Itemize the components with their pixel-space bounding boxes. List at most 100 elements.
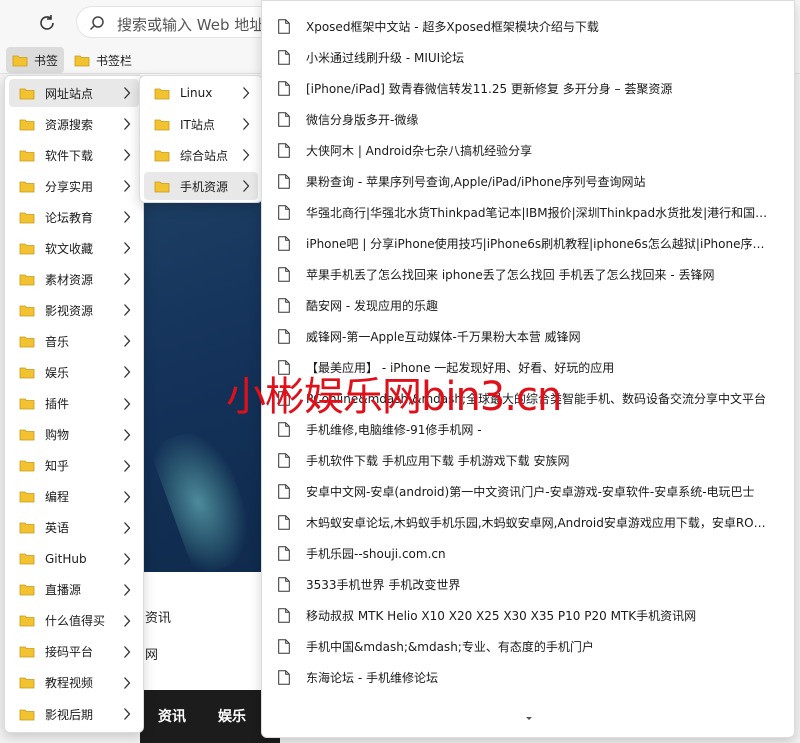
bookmark-link-item[interactable]: 手机中国&mdash;&mdash;专业、有态度的手机门户 xyxy=(268,632,788,660)
bookmark-folder-item[interactable]: 分享实用 xyxy=(9,172,139,200)
scroll-down-icon[interactable] xyxy=(524,715,534,723)
chevron-right-icon xyxy=(124,335,131,348)
folder-icon xyxy=(19,553,35,565)
bookmark-link-item-label: iPhone吧 | 分享iPhone使用技巧|iPhone6s刷机教程|ipho… xyxy=(306,236,768,251)
bookmark-link-item[interactable]: 手机乐园--shouji.com.cn xyxy=(268,539,788,567)
bookmark-link-item[interactable]: 大侠阿木 | Android杂七杂八搞机经验分享 xyxy=(268,136,788,164)
page-nav-link[interactable]: 资讯 xyxy=(158,706,186,726)
bookmark-folder-item-label: 影视资源 xyxy=(45,303,94,318)
bookmark-folder-item[interactable]: 知乎 xyxy=(9,452,139,480)
folder-icon xyxy=(19,212,35,224)
bookmark-folder-item[interactable]: 资源搜索 xyxy=(9,110,139,138)
bookmark-subfolder-item[interactable]: IT站点 xyxy=(144,110,258,138)
bookmark-folder-item[interactable]: GitHub xyxy=(9,545,139,573)
page-text: 资讯 xyxy=(145,611,172,626)
bookmark-subfolder-item[interactable]: Linux xyxy=(144,79,258,107)
page-icon xyxy=(278,638,290,654)
folder-icon xyxy=(19,709,35,720)
folder-icon xyxy=(19,615,35,627)
folder-icon xyxy=(19,305,35,317)
bookmark-link-item[interactable]: 酷安网 - 发现应用的乐趣 xyxy=(268,291,788,319)
bookmark-folder-item[interactable]: 影视资源 xyxy=(9,296,139,324)
chevron-right-icon xyxy=(124,583,131,596)
folder-icon xyxy=(19,646,35,658)
page-icon xyxy=(278,235,290,251)
bookmarks-menu: 网址站点资源搜索软件下载分享实用论坛教育软文收藏素材资源影视资源音乐娱乐插件购物… xyxy=(4,75,144,733)
bookmark-folder-item[interactable]: 论坛教育 xyxy=(9,203,139,231)
bookmark-link-item[interactable]: 苹果手机丢了怎么找回来 iphone丢了怎么找回 手机丢了怎么找回来 - 丢锋网 xyxy=(268,260,788,288)
bookmark-link-item[interactable]: 威锋网-第一Apple互动媒体-千万果粉大本营 威锋网 xyxy=(268,322,788,350)
bookmarks-bar-folder[interactable]: 书签栏 xyxy=(68,47,138,73)
folder-icon xyxy=(19,181,35,193)
bookmark-link-item[interactable]: 果粉查询 - 苹果序列号查询,Apple/iPad/iPhone序列号查询网站 xyxy=(268,167,788,195)
folder-icon xyxy=(19,88,35,99)
bookmark-link-item[interactable]: Xposed框架中文站 - 超多Xposed框架模块介绍与下载 xyxy=(268,12,788,40)
folder-icon xyxy=(19,119,35,130)
bookmark-folder-item[interactable]: 什么值得买 xyxy=(9,607,139,635)
bookmark-folder-item[interactable]: 素材资源 xyxy=(9,265,139,293)
bookmark-link-item[interactable]: 安卓中文网-安卓(android)第一中文资讯门户-安卓游戏-安卓软件-安卓系统… xyxy=(268,477,788,505)
folder-icon xyxy=(154,150,170,161)
chevron-right-icon xyxy=(243,149,250,161)
bookmark-link-item-label: 微信分身版多开-微缘 xyxy=(306,112,419,127)
bookmark-link-item-label: 东海论坛 - 手机维修论坛 xyxy=(306,670,438,685)
reload-icon[interactable] xyxy=(36,12,58,34)
chevron-right-icon xyxy=(124,273,131,286)
bookmark-subfolder-item[interactable]: 手机资源 xyxy=(144,172,258,200)
bookmark-link-item[interactable]: 移动叔叔 MTK Helio X10 X20 X25 X30 X35 P10 P… xyxy=(268,601,788,629)
bookmark-link-item-label: 手机软件下载 手机应用下载 手机游戏下载 安族网 xyxy=(306,453,570,468)
page-icon xyxy=(278,514,290,530)
folder-icon xyxy=(19,398,35,410)
bookmark-folder-item[interactable]: 接码平台 xyxy=(9,638,139,666)
bookmark-folder-item[interactable]: 网址站点 xyxy=(9,79,139,107)
bookmark-folder-item-label: 论坛教育 xyxy=(45,210,94,225)
page-nav-link[interactable]: 娱乐 xyxy=(218,706,246,726)
bookmark-folder-item-label: 编程 xyxy=(45,490,70,505)
bookmark-link-item[interactable]: 小米通过线刷升级 - MIUI论坛 xyxy=(268,43,788,71)
page-icon xyxy=(278,452,290,468)
bookmark-link-item[interactable]: 微信分身版多开-微缘 xyxy=(268,105,788,133)
bookmark-link-item[interactable]: 华强北商行|华强北水货Thinkpad笔记本|IBM报价|深圳Thinkpad水… xyxy=(268,198,788,226)
folder-icon xyxy=(19,522,35,534)
bookmark-link-item[interactable]: 木蚂蚁安卓论坛,木蚂蚁手机乐园,木蚂蚁安卓网,Android安卓游戏应用下载，安… xyxy=(268,508,788,536)
bookmark-folder-item[interactable]: 音乐 xyxy=(9,327,139,355)
bookmark-folder-item[interactable]: 教程视频 xyxy=(9,669,139,697)
page-icon xyxy=(278,173,290,189)
bookmark-subfolder-item[interactable]: 综合站点 xyxy=(144,141,258,169)
folder-icon xyxy=(19,429,35,441)
bookmark-link-item[interactable]: 东海论坛 - 手机维修论坛 xyxy=(268,663,788,691)
folder-icon xyxy=(19,274,35,286)
bookmark-subfolder-item-label: Linux xyxy=(180,86,213,100)
bookmark-folder-item-label: 英语 xyxy=(45,521,70,536)
page-icon xyxy=(278,421,290,437)
bookmark-folder-item[interactable]: 购物 xyxy=(9,421,139,449)
bookmark-link-item[interactable]: 3533手机世界 手机改变世界 xyxy=(268,570,788,598)
bookmark-folder-item[interactable]: 直播源 xyxy=(9,576,139,604)
bookmark-folder-item[interactable]: 娱乐 xyxy=(9,358,139,386)
bookmark-folder-item[interactable]: 软件下载 xyxy=(9,141,139,169)
bookmark-folder-item-label: 购物 xyxy=(45,428,70,443)
bookmark-link-item[interactable]: 手机软件下载 手机应用下载 手机游戏下载 安族网 xyxy=(268,446,788,474)
bookmarks-button[interactable]: 书签 xyxy=(6,47,65,73)
bookmark-folder-item[interactable]: 软文收藏 xyxy=(9,234,139,262)
bookmark-link-item[interactable]: [iPhone/iPad] 致青春微信转发11.25 更新修复 多开分身 – 荟… xyxy=(268,74,788,102)
bookmark-folder-item-label: 接码平台 xyxy=(45,645,94,660)
folder-icon xyxy=(19,336,35,348)
bookmark-folder-item[interactable]: 插件 xyxy=(9,390,139,418)
page-icon xyxy=(278,669,290,685)
address-bar[interactable]: 搜索或输入 Web 地址 xyxy=(76,6,276,38)
bookmark-link-item-label: 华强北商行|华强北水货Thinkpad笔记本|IBM报价|深圳Thinkpad水… xyxy=(306,205,768,220)
bookmark-link-item-label: 手机维修,电脑维修-91修手机网 - xyxy=(306,422,482,437)
chevron-right-icon xyxy=(124,614,131,627)
bookmark-folder-item[interactable]: 英语 xyxy=(9,514,139,542)
chevron-right-icon xyxy=(124,521,131,534)
bookmark-folder-item-label: 教程视频 xyxy=(45,676,94,691)
bookmark-link-item[interactable]: iPhone吧 | 分享iPhone使用技巧|iPhone6s刷机教程|ipho… xyxy=(268,229,788,257)
bookmark-folder-item-label: 资源搜索 xyxy=(45,117,94,132)
bookmark-folder-item[interactable]: 编程 xyxy=(9,483,139,511)
watermark: 小彬娱乐网bin3.cn xyxy=(226,374,562,420)
bookmark-folder-item-label: 知乎 xyxy=(45,459,70,474)
bookmark-folder-item[interactable]: 影视后期 xyxy=(9,700,139,728)
folder-icon xyxy=(12,55,28,66)
chevron-right-icon xyxy=(124,677,131,689)
